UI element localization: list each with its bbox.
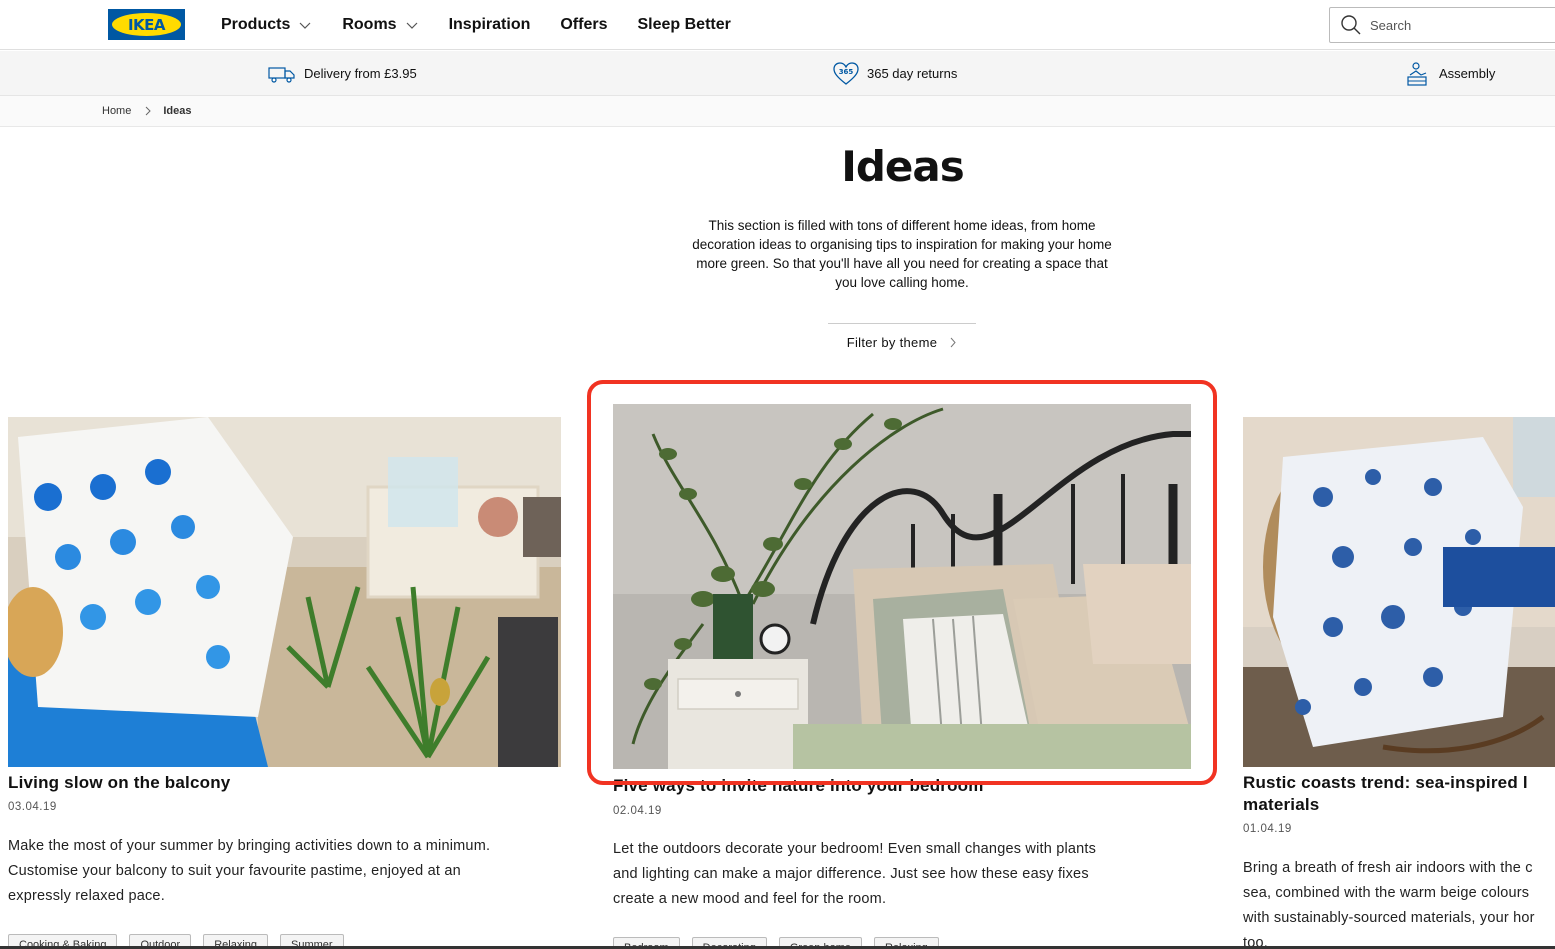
chevron-right-icon [145,106,152,116]
card-image-rustic-coasts[interactable] [1243,417,1555,767]
card-description: Bring a breath of fresh air indoors with… [1243,860,1535,949]
nav-inspiration-label: Inspiration [448,16,531,33]
page-intro: This section is filled with tons of diff… [692,218,1112,290]
nav-sleep-better[interactable]: Sleep Better [637,16,730,34]
returns-text: 365 day returns [867,66,958,81]
info-bar: Delivery from £3.95 365 365 day returns … [0,51,1555,96]
nav-products[interactable]: Products [221,16,312,34]
chevron-down-icon [406,22,418,29]
assembly-icon [1407,61,1427,86]
card-description: Make the most of your summer by bringing… [8,838,491,904]
ikea-logo[interactable]: IKEA [108,9,185,40]
nav-rooms[interactable]: Rooms [342,16,418,34]
card-image-balcony[interactable] [8,417,561,767]
filter-by-theme-button[interactable]: Filter by theme [828,323,976,361]
delivery-text: Delivery from £3.95 [304,66,417,81]
nav-offers-label: Offers [560,16,608,33]
balcony-photo [8,417,561,767]
assembly-text: Assembly [1439,66,1496,81]
delivery-truck-icon [268,66,295,83]
rustic-coasts-photo [1243,417,1555,767]
breadcrumb: Home Ideas [0,96,1555,127]
search-box[interactable] [1329,7,1555,43]
returns-info[interactable]: 365 365 day returns [833,51,957,96]
logo-text: IKEA [127,15,166,34]
chevron-right-icon [950,337,956,348]
card-image-bedroom[interactable] [613,404,1191,769]
card-title[interactable]: Rustic coasts trend: sea-inspired l mate… [1243,772,1555,816]
card-description: Let the outdoors decorate your bedroom! … [613,841,1097,907]
bedroom-photo [613,404,1191,769]
assembly-info[interactable]: Assembly [1405,51,1495,96]
page-title: Ideas [841,142,965,191]
card-date: 01.04.19 [1243,823,1292,835]
nav-rooms-label: Rooms [342,16,397,33]
nav-sleep-better-label: Sleep Better [637,16,731,33]
returns-badge: 365 [839,68,854,76]
filter-label: Filter by theme [846,335,938,350]
search-icon [1341,15,1361,35]
card-title[interactable]: Five ways to invite nature into your bed… [613,775,1203,797]
breadcrumb-home[interactable]: Home [102,105,131,117]
card-date: 02.04.19 [613,805,662,817]
search-input[interactable] [1370,17,1520,33]
card-title[interactable]: Living slow on the balcony [8,772,568,794]
breadcrumb-current: Ideas [163,105,192,117]
chevron-down-icon [299,22,311,29]
nav-products-label: Products [221,16,291,33]
heart-365-icon: 365 [833,61,859,85]
logo-oval: IKEA [112,13,181,36]
main-nav: Products Rooms Inspiration Offers Sleep … [221,0,761,50]
delivery-info[interactable]: Delivery from £3.95 [268,51,417,96]
card-date: 03.04.19 [8,801,57,813]
top-navigation: IKEA Products Rooms Inspiration Offers S… [0,0,1555,50]
nav-offers[interactable]: Offers [560,16,607,34]
nav-inspiration[interactable]: Inspiration [449,16,531,34]
